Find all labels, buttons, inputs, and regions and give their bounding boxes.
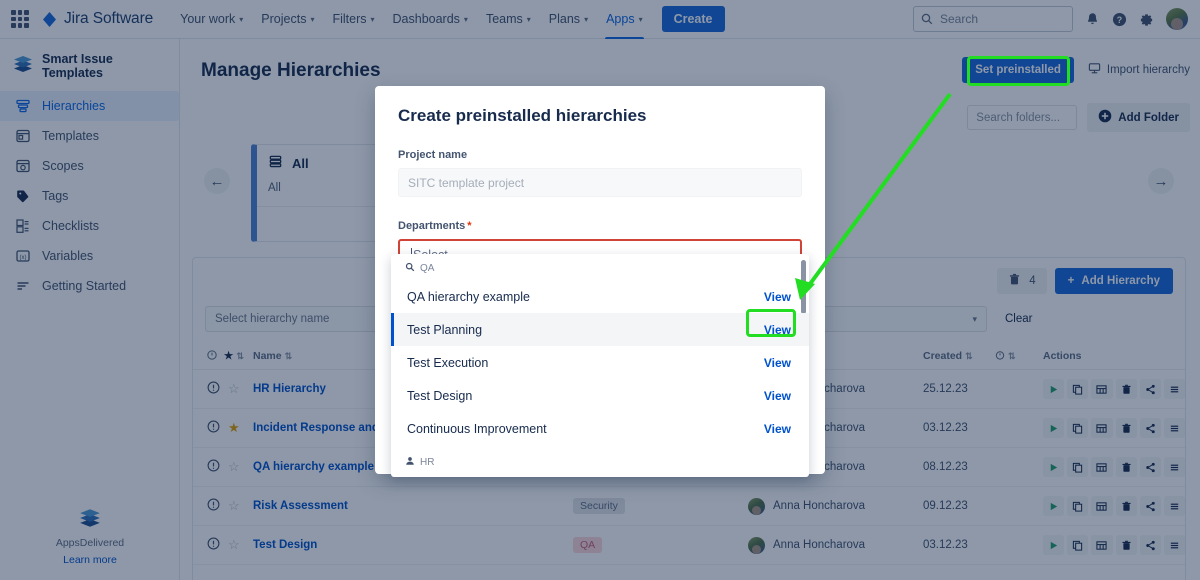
app-root: Jira Software Your work ▾ Projects ▾ Fil… (0, 0, 1200, 580)
dropdown-item-continuous-improvement[interactable]: Continuous Improvement View (391, 412, 809, 445)
dropdown-item-label: Test Execution (407, 355, 489, 370)
dropdown-group-label: QA (420, 263, 435, 274)
search-icon (405, 262, 415, 275)
departments-label-text: Departments (398, 220, 466, 232)
person-icon (405, 456, 415, 469)
departments-label: Departments * (398, 220, 802, 232)
create-preinstalled-hierarchies-dialog: Create preinstalled hierarchies Project … (375, 86, 825, 477)
dropdown-item-test-design[interactable]: Test Design View (391, 379, 809, 412)
project-name-field[interactable] (398, 168, 802, 197)
dropdown-item-label: QA hierarchy example (407, 289, 530, 304)
dropdown-item-label: Continuous Improvement (407, 421, 547, 436)
dropdown-group-hr: HR (391, 445, 809, 474)
departments-dropdown: QA QA hierarchy example View Test Planni… (391, 254, 809, 477)
dropdown-group-qa: QA (391, 254, 809, 280)
required-asterisk: * (467, 220, 472, 232)
dropdown-item-label: Test Planning (407, 322, 483, 337)
dropdown-item-qa-hierarchy-example[interactable]: QA hierarchy example View (391, 280, 809, 313)
dropdown-item-label: Test Design (407, 388, 473, 403)
view-link[interactable]: View (764, 356, 791, 370)
view-link[interactable]: View (764, 323, 791, 337)
project-name-label: Project name (398, 149, 468, 161)
dropdown-group-label: HR (420, 457, 435, 468)
view-link[interactable]: View (764, 422, 791, 436)
view-link[interactable]: View (764, 389, 791, 403)
dropdown-item-test-planning[interactable]: Test Planning View (391, 313, 809, 346)
dropdown-item-test-execution[interactable]: Test Execution View (391, 346, 809, 379)
dialog-title: Create preinstalled hierarchies (398, 106, 647, 125)
view-link[interactable]: View (764, 290, 791, 304)
